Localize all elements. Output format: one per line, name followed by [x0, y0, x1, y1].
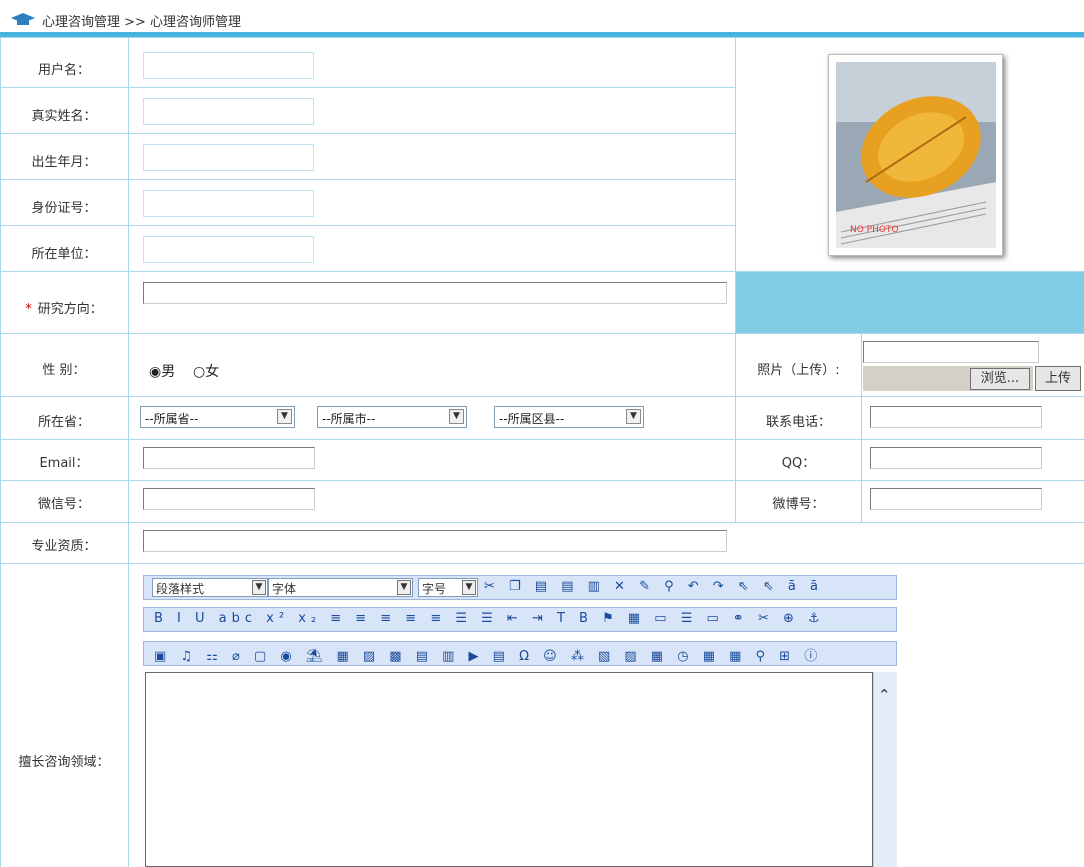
required-marker: *: [25, 302, 32, 317]
editor-toolbar-2: B I U abc x² x₂ ≡ ≡ ≡ ≡ ≡ ☰ ☰ ⇤ ⇥ T B ⚑ …: [143, 607, 897, 632]
label-gender: 性 别：: [42, 363, 86, 378]
label-research: * 研究方向：: [0, 298, 128, 317]
realname-input[interactable]: [143, 98, 314, 125]
font-size-select[interactable]: 字号 ▼: [418, 578, 478, 597]
chevron-down-icon[interactable]: ▼: [397, 580, 411, 595]
chevron-down-icon[interactable]: ▼: [277, 409, 292, 424]
city-select[interactable]: --所属市-- ▼: [317, 406, 467, 428]
wechat-input[interactable]: [143, 488, 315, 510]
label-idcard: 身份证号：: [31, 201, 97, 216]
font-size-value: 字号: [422, 582, 447, 596]
phone-input[interactable]: [870, 406, 1042, 428]
gender-female-label: 女: [205, 364, 220, 380]
city-select-value: --所属市--: [322, 412, 376, 426]
radio-unchecked-icon[interactable]: ○: [193, 364, 205, 380]
paragraph-style-select[interactable]: 段落样式 ▼: [152, 578, 268, 597]
label-expertise: 擅长咨询领域：: [18, 755, 110, 770]
gender-male-label: 男: [161, 364, 176, 380]
mortarboard-icon: [11, 13, 35, 25]
qualification-input[interactable]: [143, 530, 727, 552]
editor-toolbar-1: 段落样式 ▼ 字体 ▼ 字号 ▼ ✂ ❐ ▤ ▤ ▥ ✕ ✎ ⚲ ↶ ↷ ⇖ ⇖ ā …: [143, 575, 897, 600]
label-unit: 所在单位：: [31, 247, 97, 262]
birth-input[interactable]: [143, 144, 314, 171]
font-value: 字体: [272, 582, 297, 596]
label-wechat: 微信号：: [37, 497, 90, 512]
toolbar-row1-icons[interactable]: ✂ ❐ ▤ ▤ ▥ ✕ ✎ ⚲ ↶ ↷ ⇖ ⇖ ā ā: [484, 579, 823, 594]
label-qq: QQ：: [781, 456, 816, 471]
label-username: 用户名：: [37, 63, 90, 78]
no-photo-image: NO PHOTO: [836, 62, 996, 248]
label-research-text: 研究方向：: [37, 302, 103, 317]
chevron-down-icon[interactable]: ▼: [449, 409, 464, 424]
breadcrumb-text: 心理咨询管理 >> 心理咨询师管理: [42, 15, 242, 30]
label-photo-upload: 照片（上传）:: [757, 363, 840, 378]
label-phone: 联系电话：: [765, 415, 831, 430]
username-input[interactable]: [143, 52, 314, 79]
label-weibo: 微博号：: [772, 497, 825, 512]
toolbar-row2-icons[interactable]: B I U abc x² x₂ ≡ ≡ ≡ ≡ ≡ ☰ ☰ ⇤ ⇥ T B ⚑ …: [154, 611, 825, 626]
blue-band: [736, 272, 1084, 333]
province-select-value: --所属省--: [145, 412, 199, 426]
no-photo-label: NO PHOTO: [850, 225, 899, 235]
qq-input[interactable]: [870, 447, 1042, 469]
email-input[interactable]: [143, 447, 315, 469]
label-realname: 真实姓名：: [31, 109, 97, 124]
editor-toolbar-3: ▣ ♫ ⚏ ⌀ ▢ ◉ ⛱ ▦ ▨ ▩ ▤ ▥ ▶ ▤ Ω ☺ ⁂ ▧ ▨ ▦ …: [143, 641, 897, 666]
chevron-down-icon[interactable]: ▼: [252, 580, 266, 595]
province-select[interactable]: --所属省-- ▼: [140, 406, 295, 428]
unit-input[interactable]: [143, 236, 314, 263]
photo-frame: NO PHOTO: [828, 54, 1003, 256]
label-email: Email：: [39, 456, 89, 471]
chevron-down-icon[interactable]: ▼: [462, 580, 476, 595]
label-birth: 出生年月：: [31, 155, 97, 170]
editor-scrollbar[interactable]: ⌃: [873, 672, 897, 867]
label-qualification: 专业资质：: [31, 539, 97, 554]
radio-checked-icon[interactable]: ◉: [149, 364, 161, 380]
upload-button[interactable]: 上传: [1035, 366, 1081, 391]
toolbar-row3-icons[interactable]: ▣ ♫ ⚏ ⌀ ▢ ◉ ⛱ ▦ ▨ ▩ ▤ ▥ ▶ ▤ Ω ☺ ⁂ ▧ ▨ ▦ …: [154, 645, 822, 664]
gender-female-option[interactable]: ○女: [193, 361, 219, 381]
idcard-input[interactable]: [143, 190, 314, 217]
breadcrumb: 心理咨询管理 >> 心理咨询师管理: [0, 0, 1084, 37]
chevron-down-icon[interactable]: ▼: [626, 409, 641, 424]
photo-path-input[interactable]: [863, 341, 1039, 363]
research-input[interactable]: [143, 282, 727, 304]
weibo-input[interactable]: [870, 488, 1042, 510]
gender-male-option[interactable]: ◉男: [149, 361, 175, 381]
paragraph-style-value: 段落样式: [156, 582, 205, 596]
font-select[interactable]: 字体 ▼: [268, 578, 413, 597]
chevron-up-icon[interactable]: ⌃: [878, 686, 891, 704]
label-province: 所在省：: [37, 415, 90, 430]
district-select[interactable]: --所属区县-- ▼: [494, 406, 644, 428]
district-select-value: --所属区县--: [499, 412, 565, 426]
browse-button[interactable]: 浏览...: [970, 368, 1030, 390]
editor-content-area[interactable]: [145, 672, 873, 867]
